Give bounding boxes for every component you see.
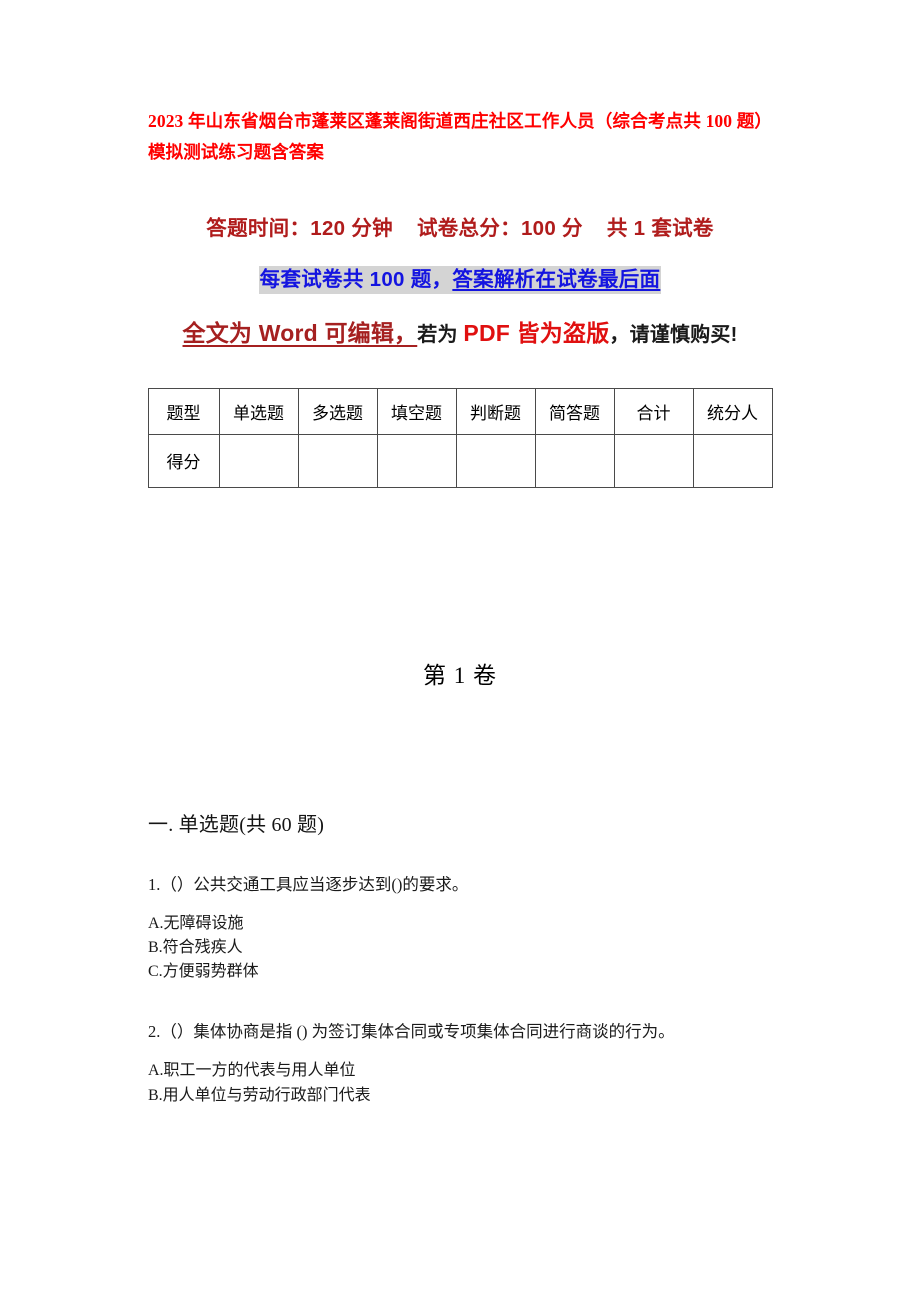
option-item[interactable]: A.无障碍设施: [148, 912, 772, 936]
table-header-cell: 统分人: [692, 387, 773, 435]
exam-meta-block: 答题时间：120 分钟 试卷总分：100 分 共 1 套试卷 每套试卷共 100…: [148, 211, 772, 354]
question-options: A.职工一方的代表与用人单位 B.用人单位与劳动行政部门代表: [148, 1059, 772, 1108]
pdf-prefix-text: 若为: [417, 324, 464, 347]
score-cell[interactable]: [218, 433, 299, 488]
score-cell[interactable]: [376, 433, 457, 488]
score-table-container: 题型 单选题 多选题 填空题 判断题 简答题 合计 统分人 得分: [147, 387, 773, 488]
table-header-cell: 合计: [613, 387, 694, 435]
question-options: A.无障碍设施 B.符合残疾人 C.方便弱势群体: [148, 912, 772, 985]
score-cell[interactable]: [692, 433, 773, 488]
option-item[interactable]: A.职工一方的代表与用人单位: [148, 1059, 772, 1083]
question-count-text: 每套试卷共 100 题，: [259, 268, 453, 292]
volume-heading: 第 1 卷: [423, 662, 497, 688]
page-title: 2023 年山东省烟台市蓬莱区蓬莱阁街道西庄社区工作人员（综合考点共 100 题…: [148, 111, 772, 162]
table-row: 得分: [147, 433, 773, 488]
purchase-caution-text: ，请谨慎购买!: [609, 324, 738, 347]
document-page: 2023 年山东省烟台市蓬莱区蓬莱阁街道西庄社区工作人员（综合考点共 100 题…: [0, 0, 920, 1302]
option-item[interactable]: B.用人单位与劳动行政部门代表: [148, 1084, 772, 1108]
table-header-cell: 单选题: [218, 387, 299, 435]
section-heading-single-choice: 一. 单选题(共 60 题): [148, 813, 325, 836]
table-header-cell: 填空题: [376, 387, 457, 435]
table-header-cell: 多选题: [297, 387, 378, 435]
table-header-cell: 判断题: [455, 387, 536, 435]
table-row-header: 题型 单选题 多选题 填空题 判断题 简答题 合计 统分人: [147, 387, 773, 435]
table-header-cell: 题型: [147, 387, 220, 435]
pdf-piracy-warning: PDF 皆为盗版: [463, 320, 610, 347]
score-cell[interactable]: [455, 433, 536, 488]
question-text: 2.（）集体协商是指 () 为签订集体合同或专项集体合同进行商谈的行为。: [148, 1022, 675, 1042]
score-table: 题型 单选题 多选题 填空题 判断题 简答题 合计 统分人 得分: [147, 387, 773, 488]
format-notice-line: 全文为 Word 可编辑，若为 PDF 皆为盗版，请谨慎购买!: [148, 314, 772, 354]
score-cell[interactable]: [534, 433, 615, 488]
option-item[interactable]: B.符合残疾人: [148, 936, 772, 960]
word-editable-notice: 全文为 Word 可编辑，: [182, 320, 418, 347]
score-row-label: 得分: [147, 433, 220, 488]
answer-location-text: 答案解析在试卷最后面: [452, 268, 661, 292]
question-text: 1.（）公共交通工具应当逐步达到()的要求。: [148, 874, 469, 894]
option-item[interactable]: C.方便弱势群体: [148, 960, 772, 984]
score-cell[interactable]: [297, 433, 378, 488]
exam-question-count-line: 每套试卷共 100 题，答案解析在试卷最后面: [148, 262, 772, 295]
score-cell[interactable]: [613, 433, 694, 488]
exam-time-score-line: 答题时间：120 分钟 试卷总分：100 分 共 1 套试卷: [206, 217, 714, 241]
table-header-cell: 简答题: [534, 387, 615, 435]
